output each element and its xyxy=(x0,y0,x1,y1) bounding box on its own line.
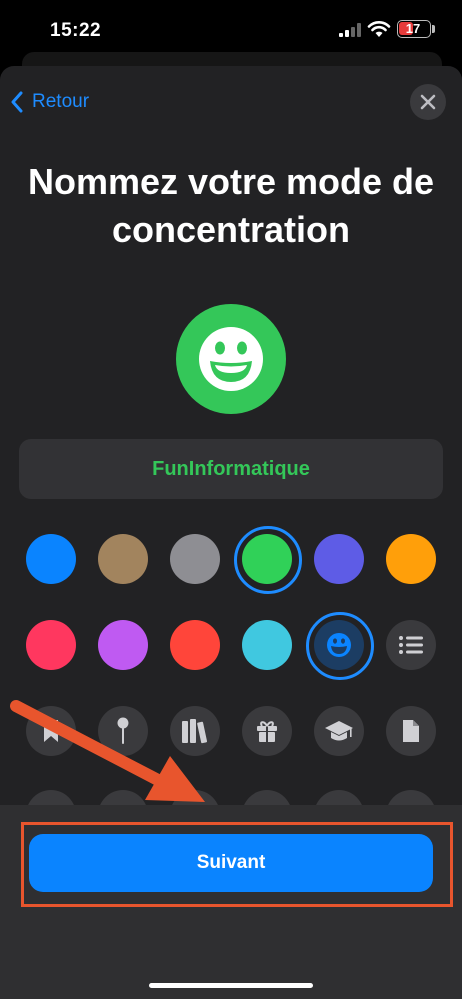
color-swatch-gray[interactable] xyxy=(170,534,220,584)
back-button[interactable]: Retour xyxy=(10,88,89,116)
list-icon xyxy=(399,636,423,654)
color-swatch-brown[interactable] xyxy=(98,534,148,584)
icon-option-document[interactable] xyxy=(386,706,436,756)
color-swatch-purple[interactable] xyxy=(98,620,148,670)
gift-icon xyxy=(257,721,277,742)
annotation-highlight-box xyxy=(21,822,453,907)
battery-tip xyxy=(432,25,435,33)
status-bar: 15:22 17 xyxy=(0,0,462,60)
color-swatch-orange[interactable] xyxy=(386,534,436,584)
page-title: Nommez votre mode de concentration xyxy=(27,161,435,250)
color-swatch-red[interactable] xyxy=(170,620,220,670)
color-swatch-blue[interactable] xyxy=(26,534,76,584)
status-time: 15:22 xyxy=(50,20,102,41)
wifi-icon xyxy=(367,21,391,37)
smiley-icon xyxy=(327,633,351,657)
chevron-left-icon xyxy=(11,91,23,113)
icon-option-list[interactable] xyxy=(386,620,436,670)
document-icon xyxy=(403,720,419,742)
battery-level: 17 xyxy=(405,21,421,36)
color-swatch-teal[interactable] xyxy=(242,620,292,670)
cellular-signal-icon xyxy=(339,23,361,37)
focus-mode-icon-preview xyxy=(176,304,286,414)
icon-option-smiley[interactable] xyxy=(306,612,374,680)
home-indicator xyxy=(149,983,313,988)
back-label: Retour xyxy=(32,91,90,112)
annotation-arrow xyxy=(10,700,205,802)
smiley-icon xyxy=(199,327,263,391)
icon-option-gift[interactable] xyxy=(242,706,292,756)
focus-name-input[interactable]: FunInformatique xyxy=(19,439,443,499)
close-icon xyxy=(420,94,436,110)
graduation-cap-icon xyxy=(325,721,353,741)
color-swatch-green[interactable] xyxy=(234,526,302,594)
battery-icon: 17 xyxy=(397,20,431,38)
color-swatch-pink[interactable] xyxy=(26,620,76,670)
close-button[interactable] xyxy=(410,84,446,120)
icon-option-graduation-cap[interactable] xyxy=(314,706,364,756)
color-swatch-indigo[interactable] xyxy=(314,534,364,584)
